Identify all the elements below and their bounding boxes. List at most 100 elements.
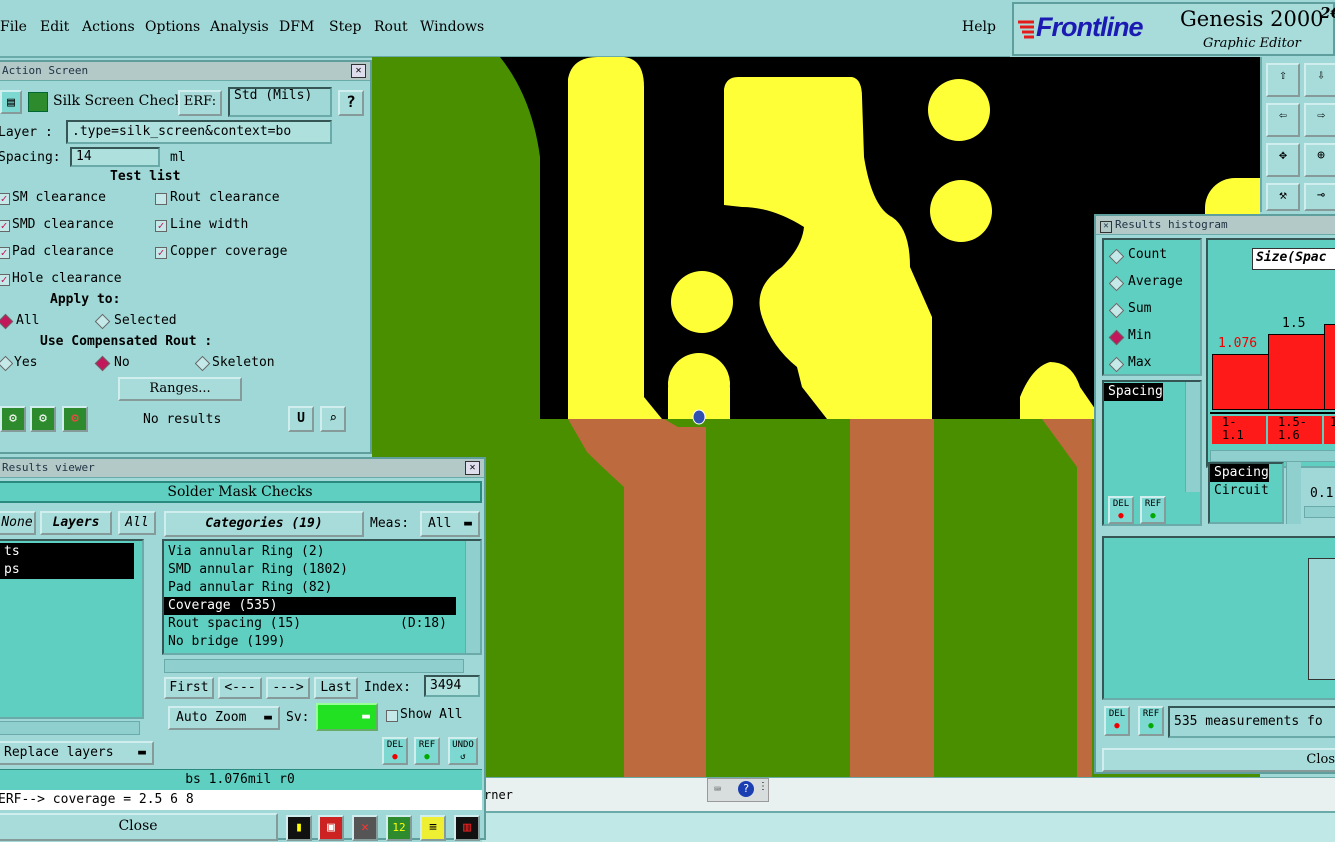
highlight-icon[interactable]: ▮ <box>286 815 312 841</box>
category-item[interactable]: Via annular Ring (2) <box>164 543 480 561</box>
hist-del-button[interactable]: DEL ● <box>1108 496 1134 524</box>
hole-clearance-checkbox[interactable]: ✓ <box>0 274 10 286</box>
apply-selected-radio[interactable] <box>94 313 111 330</box>
sv-color-dropdown[interactable]: ▬ <box>316 703 378 731</box>
category-item[interactable]: SMD annular Ring (1802) <box>164 561 480 579</box>
replace-layers-dropdown[interactable]: Replace layers ▬ <box>0 741 154 765</box>
pan-down-icon[interactable]: ⇩ <box>1304 63 1335 97</box>
menu-rout[interactable]: Rout <box>374 19 408 35</box>
prev-button[interactable]: <--- <box>218 677 262 699</box>
pad-clearance-checkbox[interactable]: ✓ <box>0 247 10 259</box>
auto-zoom-dropdown[interactable]: Auto Zoom ▬ <box>168 706 280 730</box>
layers-hscroll[interactable] <box>0 721 140 735</box>
category-item[interactable]: No bridge (199) <box>164 633 480 651</box>
measure-item[interactable]: Spacing <box>1104 383 1163 401</box>
report-icon[interactable]: ≡ <box>420 815 446 841</box>
list2-vscroll[interactable] <box>1286 462 1301 524</box>
layer-item[interactable]: ts <box>0 543 134 561</box>
stop-run-icon[interactable]: ⚙ <box>62 406 88 432</box>
histogram-close-button[interactable]: Clos <box>1102 748 1335 772</box>
zoom-fit-icon[interactable]: ✥ <box>1266 143 1300 177</box>
menu-analysis[interactable]: Analysis <box>210 19 269 35</box>
erf-value-field[interactable]: Std (Mils) <box>228 87 332 117</box>
run-all-icon[interactable]: ⚙ <box>0 406 26 432</box>
comp-no-radio[interactable] <box>94 355 111 372</box>
line-width-checkbox[interactable]: ✓ <box>155 220 167 232</box>
next-button[interactable]: ---> <box>266 677 310 699</box>
menu-dfm[interactable]: DFM <box>279 19 314 35</box>
help-button[interactable]: ? <box>338 90 364 116</box>
menu-windows[interactable]: Windows <box>420 19 484 35</box>
menu-actions[interactable]: Actions <box>82 19 135 35</box>
menu-help[interactable]: Help <box>962 19 996 35</box>
smd-clearance-checkbox[interactable]: ✓ <box>0 220 10 232</box>
close-icon[interactable]: ✕ <box>465 461 480 475</box>
measure-list-1[interactable]: Spacing DEL ● REF ● <box>1102 380 1202 526</box>
zoom-magnifier-icon[interactable]: ⌕ <box>320 406 346 432</box>
categories-hscroll[interactable] <box>164 659 464 673</box>
layers-list[interactable]: ts ps <box>0 539 144 719</box>
measure-red-icon[interactable]: ▣ <box>318 815 344 841</box>
overview-del-button[interactable]: DEL ● <box>1104 706 1130 736</box>
mode-count-radio[interactable] <box>1108 248 1125 265</box>
close-icon[interactable]: ✕ <box>351 64 366 78</box>
hist-ref-button[interactable]: REF ● <box>1140 496 1166 524</box>
category-item-selected[interactable]: Coverage (535) <box>164 597 456 615</box>
undo-u-icon[interactable]: U <box>288 406 314 432</box>
layer-item[interactable]: ps <box>0 561 134 579</box>
erf-off-icon[interactable]: ✕ <box>352 815 378 841</box>
mode-average-radio[interactable] <box>1108 275 1125 292</box>
bin-label[interactable]: 1- 1.1 <box>1212 416 1266 444</box>
bin-label[interactable]: 1 <box>1324 416 1335 444</box>
histogram-bar[interactable] <box>1324 324 1335 410</box>
histogram-hscroll[interactable] <box>1210 450 1335 462</box>
zoom-center-icon[interactable]: ⊕ <box>1304 143 1335 177</box>
mode-max-radio[interactable] <box>1108 356 1125 373</box>
measure-icon[interactable]: ⊸ <box>1304 183 1335 211</box>
erf-button[interactable]: ERF: <box>178 90 222 116</box>
histogram-bar[interactable] <box>1212 354 1270 410</box>
slider[interactable] <box>1304 506 1335 518</box>
help-circle-icon[interactable]: ? <box>738 781 754 797</box>
histogram-bar[interactable] <box>1268 334 1326 410</box>
layers-none-button[interactable]: None <box>0 511 36 535</box>
ranges-button[interactable]: Ranges... <box>118 377 242 401</box>
measure-list-2[interactable]: Spacing Circuit <box>1208 462 1284 524</box>
layers-button[interactable]: Layers <box>40 511 112 535</box>
mode-min-radio[interactable] <box>1108 329 1125 346</box>
measure-item[interactable]: Circuit <box>1210 482 1282 500</box>
category-item[interactable]: Rout spacing (15) (D:18) <box>164 615 480 633</box>
first-button[interactable]: First <box>164 677 214 699</box>
last-button[interactable]: Last <box>314 677 358 699</box>
undo-button[interactable]: UNDO ↺ <box>448 737 478 765</box>
layer-input[interactable]: .type=silk_screen&context=bo <box>66 120 332 144</box>
run-selected-icon[interactable]: ⚙ <box>30 406 56 432</box>
layers-all-button[interactable]: All <box>118 511 156 535</box>
pan-up-icon[interactable]: ⇧ <box>1266 63 1300 97</box>
menu-edit[interactable]: Edit <box>40 19 69 35</box>
category-item[interactable]: Pad annular Ring (82) <box>164 579 480 597</box>
bin-label[interactable]: 1.5- 1.6 <box>1268 416 1322 444</box>
sm-clearance-checkbox[interactable]: ✓ <box>0 193 10 205</box>
meas-dropdown[interactable]: All ▬ <box>420 511 480 537</box>
pan-right-icon[interactable]: ⇨ <box>1304 103 1335 137</box>
ref-button[interactable]: REF ● <box>414 737 440 765</box>
menu-step[interactable]: Step <box>329 19 361 35</box>
histogram-icon[interactable]: ▥ <box>454 815 480 841</box>
count-12-icon[interactable]: 12 <box>386 815 412 841</box>
categories-list[interactable]: Via annular Ring (2) SMD annular Ring (1… <box>162 539 482 655</box>
keyboard-icon[interactable]: ⌨ <box>714 782 721 796</box>
menu-options[interactable]: Options <box>145 19 200 35</box>
chevron-down-icon[interactable]: ⋮ <box>758 781 768 792</box>
close-button[interactable]: Close <box>0 813 278 841</box>
action-list-icon[interactable]: ▤ <box>0 90 22 114</box>
apply-all-radio[interactable] <box>0 313 14 330</box>
del-button[interactable]: DEL ● <box>382 737 408 765</box>
tools-icon[interactable]: ⚒ <box>1266 183 1300 211</box>
measure-item[interactable]: Spacing <box>1210 464 1269 482</box>
rout-clearance-checkbox[interactable] <box>155 193 167 205</box>
categories-button[interactable]: Categories (19) <box>164 511 364 537</box>
index-input[interactable]: 3494 <box>424 675 480 697</box>
categories-vscroll[interactable] <box>465 541 480 653</box>
measure-list-vscroll[interactable] <box>1185 382 1200 492</box>
